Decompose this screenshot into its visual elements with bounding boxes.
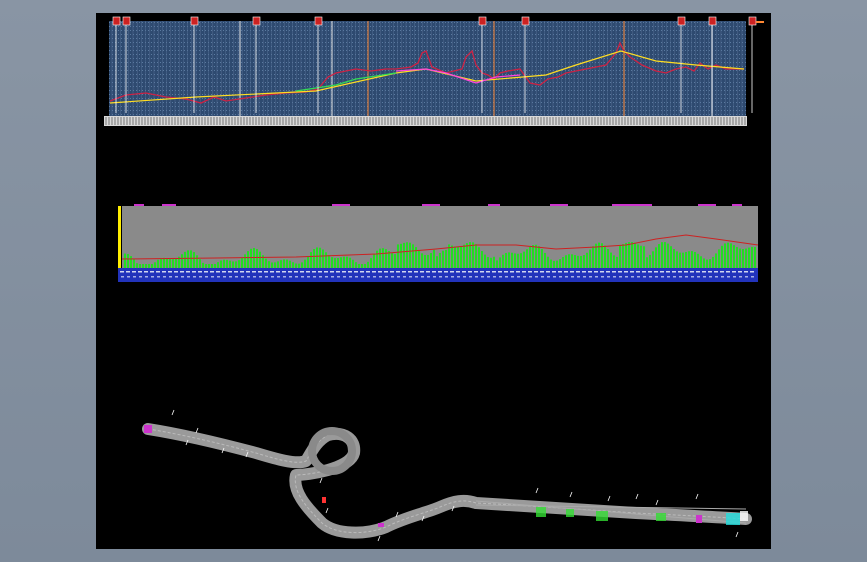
cad-drawing	[104, 16, 764, 542]
marker-tag	[677, 16, 686, 26]
annotation-tick	[377, 535, 381, 542]
annotation-tick	[655, 499, 659, 506]
marker-tag	[708, 16, 717, 26]
annotation-tick	[569, 491, 573, 498]
annotation-tick	[319, 477, 323, 484]
marker-tag	[314, 16, 323, 26]
annotation-tick	[535, 487, 539, 494]
plan-annotations	[171, 409, 739, 542]
marker-tag	[252, 16, 261, 26]
section-datum-band	[118, 268, 758, 282]
annotation-tick	[607, 495, 611, 502]
marker-tag	[748, 16, 757, 26]
marker-tag	[122, 16, 131, 26]
longitudinal-profile-sheet	[104, 16, 764, 126]
annotation-tick	[325, 507, 329, 514]
profile-legend-tick	[756, 21, 764, 23]
marker-tag	[190, 16, 199, 26]
marker-tag	[521, 16, 530, 26]
marker-tag	[112, 16, 121, 26]
profile-station-band	[104, 116, 747, 126]
annotation-tick	[735, 531, 739, 538]
annotation-tick	[695, 493, 699, 500]
annotation-tick	[635, 493, 639, 500]
section-top-tabs	[134, 204, 742, 206]
annotation-tick	[171, 409, 175, 416]
route-plan-sheet	[142, 409, 752, 542]
section-profile-sheet	[118, 204, 759, 282]
section-start-marker	[118, 206, 121, 268]
marker-tag	[478, 16, 487, 26]
drawing-canvas[interactable]	[96, 13, 771, 549]
annotation-tick	[195, 427, 199, 434]
